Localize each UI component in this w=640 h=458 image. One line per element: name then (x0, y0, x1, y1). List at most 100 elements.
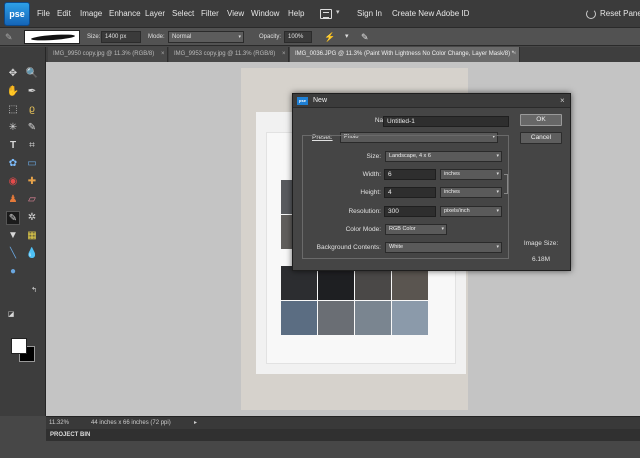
cancel-button[interactable]: Cancel (520, 132, 562, 144)
dialog-title: New (313, 97, 328, 104)
tab-img-9950[interactable]: IMG_9950 copy.jpg @ 11.3% (RGB/8) × (48, 47, 168, 62)
resolution-label: Resolution: (348, 208, 381, 215)
image-size-value: 6.18M (531, 256, 551, 263)
toolbox: ✥ 🔍 ✋ ✒ ⬚ ϱ ✳ ✎ T ⌗ ✿ ▭ ◉ ✚ ♟ ▱ ✎ ✲ ▼ ▦ … (0, 47, 46, 416)
eyedropper-tool-icon[interactable]: ✒ (25, 85, 39, 99)
ok-button[interactable]: OK (520, 114, 562, 126)
panel-bin (0, 441, 640, 458)
move-tool-icon[interactable]: ✥ (6, 67, 20, 81)
crop-tool-icon[interactable]: ⌗ (25, 139, 39, 153)
red-eye-tool-icon[interactable]: ◉ (6, 175, 20, 189)
document-size: 44 inches x 66 inches (72 ppi) (91, 420, 171, 426)
constrain-proportions-link (504, 174, 508, 194)
mode-select[interactable]: Normal ▾ (168, 31, 244, 43)
hand-tool-icon[interactable]: ✋ (6, 85, 20, 99)
eraser-tool-icon[interactable]: ▱ (25, 193, 39, 207)
shape-tool-icon[interactable]: ╲ (6, 247, 20, 261)
width-unit-select[interactable]: inches ▾ (440, 169, 502, 180)
paint-bucket-tool-icon[interactable]: ▼ (6, 229, 20, 243)
size-label: Size: (366, 153, 381, 160)
magic-wand-tool-icon[interactable]: ✳ (6, 121, 20, 135)
size-field[interactable]: 1400 px (101, 31, 141, 43)
tool-preset-icon[interactable]: ✎ (5, 28, 13, 46)
size-select[interactable]: Landscape, 4 x 6 ▾ (385, 151, 502, 162)
tab-img-0036[interactable]: IMG_0036.JPG @ 11.3% (Paint With Lightne… (290, 47, 520, 62)
background-contents-label: Background Contents: (316, 244, 381, 251)
chevron-down-icon[interactable]: ▾ (345, 28, 349, 46)
document-tabs: IMG_9950 copy.jpg @ 11.3% (RGB/8) × IMG_9… (46, 47, 640, 62)
swap-colors-icon[interactable]: ↰ (29, 286, 39, 296)
close-icon[interactable]: × (513, 47, 517, 62)
airbrush-icon[interactable]: ⚡ (324, 28, 335, 46)
brush-preview[interactable] (24, 30, 80, 44)
menu-enhance[interactable]: Enhance (109, 0, 141, 28)
menu-file[interactable]: File (37, 0, 50, 28)
menu-edit[interactable]: Edit (57, 0, 71, 28)
chevron-down-icon: ▾ (496, 244, 499, 250)
width-field[interactable]: 6 (384, 169, 436, 180)
lasso-tool-icon[interactable]: ϱ (25, 103, 39, 117)
dialog-title-bar[interactable]: pse New × (293, 94, 570, 108)
tool-options-bar: ✎ Size: 1400 px Mode: Normal ▾ Opacity: 1… (0, 28, 640, 46)
create-adobe-id-link[interactable]: Create New Adobe ID (392, 0, 469, 28)
chevron-down-icon[interactable]: ▾ (336, 8, 340, 16)
menu-help[interactable]: Help (288, 0, 304, 28)
app-icon: pse (297, 97, 308, 105)
sign-in-link[interactable]: Sign In (357, 0, 382, 28)
menu-window[interactable]: Window (251, 0, 279, 28)
recompose-tool-icon[interactable]: ▭ (25, 157, 39, 171)
height-field[interactable]: 4 (384, 187, 436, 198)
brush-settings-icon[interactable]: ✎ (361, 28, 369, 46)
resolution-field[interactable]: 300 (384, 206, 436, 217)
menu-filter[interactable]: Filter (201, 0, 219, 28)
app-logo: pse (4, 2, 30, 26)
opacity-field[interactable]: 100% (284, 31, 312, 43)
chevron-down-icon: ▾ (496, 208, 499, 214)
quick-selection-tool-icon[interactable]: ✎ (25, 121, 39, 135)
default-colors-icon[interactable]: ◪ (6, 310, 16, 320)
reset-panels-button[interactable]: Reset Panels (600, 0, 640, 28)
new-document-dialog: pse New × Name: Untitled-1 Preset: Photo… (292, 93, 571, 271)
menu-view[interactable]: View (227, 0, 244, 28)
foreground-color-swatch[interactable] (11, 338, 27, 354)
width-label: Width: (362, 171, 381, 178)
zoom-level[interactable]: 11.32% (49, 417, 69, 429)
close-icon[interactable]: × (282, 47, 286, 62)
status-bar: 11.32% 44 inches x 66 inches (72 ppi) ▸ (46, 416, 640, 429)
blur-tool-icon[interactable]: 💧 (25, 247, 39, 261)
color-mode-label: Color Mode: (345, 226, 381, 233)
chevron-down-icon: ▾ (496, 153, 499, 159)
name-field[interactable]: Untitled-1 (383, 116, 509, 127)
close-icon[interactable]: × (560, 94, 565, 108)
menu-bar: pse File Edit Image Enhance Layer Select… (0, 0, 640, 28)
workspace-layout-icon[interactable] (320, 9, 332, 19)
chevron-down-icon: ▾ (496, 189, 499, 195)
sponge-tool-icon[interactable]: ● (6, 265, 20, 279)
status-menu-icon[interactable]: ▸ (194, 417, 197, 429)
type-tool-icon[interactable]: T (6, 139, 20, 153)
close-icon[interactable]: × (161, 47, 165, 62)
healing-brush-tool-icon[interactable]: ✚ (25, 175, 39, 189)
chevron-down-icon: ▾ (238, 34, 241, 40)
tab-img-9953[interactable]: IMG_9953 copy.jpg @ 11.3% (RGB/8) × (169, 47, 289, 62)
cookie-cutter-tool-icon[interactable]: ✿ (6, 157, 20, 171)
size-label: Size: (87, 34, 101, 40)
brush-tool-icon[interactable]: ✎ (6, 211, 20, 225)
image-size-label: Image Size: (523, 240, 559, 247)
background-contents-select[interactable]: White ▾ (385, 242, 502, 253)
project-bin[interactable]: PROJECT BIN (46, 429, 640, 441)
menu-layer[interactable]: Layer (145, 0, 165, 28)
color-mode-select[interactable]: RGB Color ▾ (385, 224, 447, 235)
smart-brush-tool-icon[interactable]: ✲ (25, 211, 39, 225)
menu-image[interactable]: Image (80, 0, 102, 28)
marquee-tool-icon[interactable]: ⬚ (6, 103, 20, 117)
height-label: Height: (360, 189, 381, 196)
height-unit-select[interactable]: inches ▾ (440, 187, 502, 198)
resolution-unit-select[interactable]: pixels/inch ▾ (440, 206, 502, 217)
chevron-down-icon: ▾ (496, 171, 499, 177)
clone-stamp-tool-icon[interactable]: ♟ (6, 193, 20, 207)
reset-icon[interactable] (586, 9, 596, 19)
menu-select[interactable]: Select (172, 0, 194, 28)
zoom-tool-icon[interactable]: 🔍 (25, 67, 39, 81)
gradient-tool-icon[interactable]: ▦ (25, 229, 39, 243)
